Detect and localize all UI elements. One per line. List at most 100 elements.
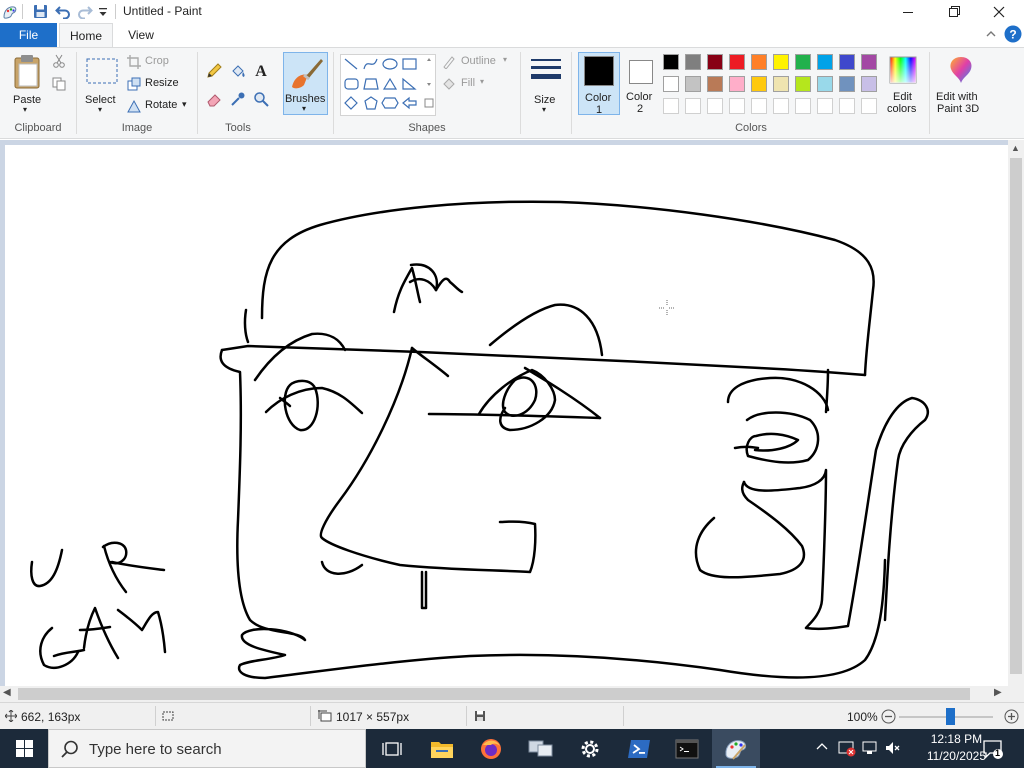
palette-swatch[interactable] (839, 54, 855, 70)
shapes-gallery[interactable] (340, 54, 436, 116)
paste-label: Paste (13, 94, 42, 106)
network-warning-icon[interactable] (838, 739, 856, 760)
crop-button[interactable]: Crop (127, 54, 197, 70)
color1-button[interactable]: Color 1 (578, 52, 620, 116)
palette-swatch[interactable] (795, 54, 811, 70)
palette-swatch[interactable] (773, 98, 789, 114)
zoom-in-icon[interactable] (1004, 709, 1019, 724)
help-icon[interactable]: ? (1004, 25, 1022, 46)
customize-quick-access-icon[interactable] (98, 3, 108, 20)
vertical-scroll-thumb[interactable] (1010, 158, 1022, 674)
collapse-ribbon-icon[interactable] (985, 28, 997, 43)
edit-colors-button[interactable]: Edit colors (884, 53, 922, 115)
color2-button[interactable]: Color 2 (622, 52, 660, 115)
palette-swatch[interactable] (685, 76, 701, 92)
drawing-canvas[interactable] (5, 145, 1008, 686)
task-view-button[interactable] (368, 729, 416, 768)
palette-swatch[interactable] (817, 54, 833, 70)
palette-swatch[interactable] (729, 54, 745, 70)
palette-swatch[interactable] (663, 98, 679, 114)
firefox-button[interactable] (467, 729, 515, 768)
palette-swatch[interactable] (685, 98, 701, 114)
scroll-right-icon[interactable]: ▶ (994, 687, 1002, 698)
color-picker-icon[interactable] (230, 91, 246, 110)
paint-app-icon[interactable] (2, 3, 18, 20)
scroll-up-icon[interactable]: ▲ (1011, 143, 1020, 153)
palette-swatch[interactable] (751, 76, 767, 92)
text-icon[interactable]: A (253, 61, 269, 82)
palette-swatch[interactable] (839, 98, 855, 114)
fill-button[interactable]: Fill ▾ (442, 76, 517, 92)
palette-swatch[interactable] (817, 98, 833, 114)
file-explorer-button[interactable] (418, 729, 466, 768)
clock-time: 12:18 PM (930, 732, 983, 746)
outline-button[interactable]: Outline ▾ (442, 54, 517, 70)
vertical-scrollbar[interactable]: ▲ (1008, 140, 1024, 686)
start-button[interactable] (0, 729, 48, 768)
pencil-icon[interactable] (206, 63, 222, 82)
paint-taskbar-button[interactable] (712, 729, 760, 768)
close-button[interactable] (976, 0, 1022, 23)
palette-swatch[interactable] (729, 98, 745, 114)
palette-swatch[interactable] (839, 76, 855, 92)
palette-swatch[interactable] (663, 76, 679, 92)
palette-swatch[interactable] (795, 98, 811, 114)
taskbar-search-box[interactable]: Type here to search (48, 729, 366, 768)
horizontal-scrollbar[interactable]: ◀ ▶ (0, 686, 1024, 702)
palette-swatch[interactable] (707, 54, 723, 70)
edit-with-paint3d-button[interactable]: Edit with Paint 3D (933, 53, 989, 115)
chevron-down-icon: ▾ (182, 99, 187, 109)
palette-swatch[interactable] (751, 98, 767, 114)
palette-swatch[interactable] (861, 54, 877, 70)
palette-swatch[interactable] (685, 54, 701, 70)
notification-count: 1 (995, 748, 1001, 758)
tab-home[interactable]: Home (59, 23, 113, 47)
tab-view[interactable]: View (114, 23, 168, 47)
palette-swatch[interactable] (795, 76, 811, 92)
horizontal-scroll-thumb[interactable] (18, 688, 970, 700)
eraser-icon[interactable] (206, 91, 222, 110)
palette-swatch[interactable] (773, 76, 789, 92)
restore-button[interactable] (931, 0, 977, 23)
palette-swatch[interactable] (729, 76, 745, 92)
volume-muted-icon[interactable] (884, 739, 902, 760)
tab-file[interactable]: File (0, 23, 57, 47)
palette-swatch[interactable] (861, 76, 877, 92)
notification-center-button[interactable]: 1 (982, 738, 1004, 763)
terminal-button[interactable] (663, 729, 711, 768)
palette-swatch[interactable] (817, 76, 833, 92)
rotate-button[interactable]: Rotate ▾ (127, 98, 197, 114)
palette-swatch[interactable] (707, 98, 723, 114)
palette-swatch[interactable] (773, 54, 789, 70)
undo-icon[interactable] (55, 3, 71, 20)
colors-group-label: Colors (735, 122, 767, 134)
fill-bucket-icon[interactable] (230, 63, 246, 82)
zoom-out-icon[interactable] (881, 709, 896, 724)
zoom-slider-thumb[interactable] (946, 708, 955, 725)
color-palette (663, 54, 883, 120)
powershell-button[interactable] (615, 729, 663, 768)
save-icon[interactable] (33, 3, 48, 20)
ribbon-tabs: File Home View ? (0, 23, 1024, 47)
palette-swatch[interactable] (663, 54, 679, 70)
remote-desktop-button[interactable] (517, 729, 565, 768)
redo-icon[interactable] (77, 3, 93, 20)
palette-swatch[interactable] (707, 76, 723, 92)
resize-button[interactable]: Resize (127, 76, 197, 92)
color2-label: Color (626, 91, 653, 103)
copy-icon[interactable] (52, 77, 66, 94)
paste-button[interactable]: Paste ▾ (8, 53, 48, 115)
palette-swatch[interactable] (861, 98, 877, 114)
minimize-button[interactable] (885, 0, 931, 23)
palette-swatch[interactable] (751, 54, 767, 70)
scroll-left-icon[interactable]: ◀ (3, 687, 11, 698)
select-button[interactable]: Select ▾ (82, 53, 122, 115)
system-clock[interactable]: 12:18 PM 11/20/2025 (927, 731, 986, 765)
magnifier-icon[interactable] (253, 91, 269, 110)
brushes-button[interactable]: Brushes ▾ (283, 52, 328, 115)
settings-button[interactable] (566, 729, 614, 768)
show-hidden-icons-icon[interactable] (816, 741, 828, 756)
size-button[interactable]: Size ▾ (526, 53, 566, 115)
cut-icon[interactable] (52, 54, 66, 71)
network-icon[interactable] (861, 739, 879, 760)
